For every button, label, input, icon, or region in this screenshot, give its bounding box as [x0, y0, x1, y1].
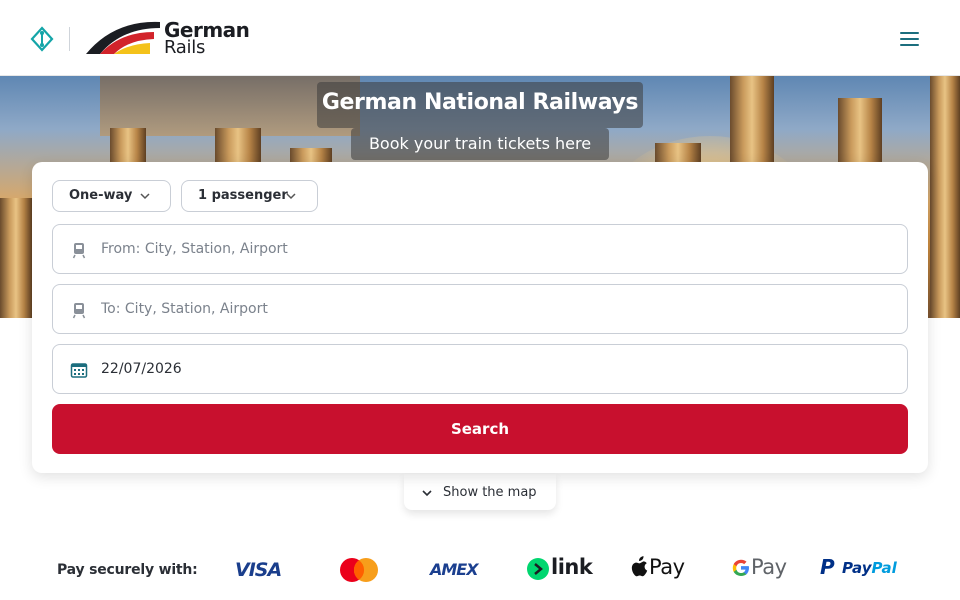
chevron-down-icon	[140, 193, 150, 200]
hamburger-menu-icon[interactable]	[898, 29, 922, 49]
link-logo: link	[527, 555, 593, 585]
trip-type-label: One-way	[69, 188, 133, 203]
diamond-route-icon[interactable]	[30, 26, 54, 52]
visa-logo: VISA	[235, 559, 282, 581]
paypal-logo: P PayPal	[820, 555, 900, 585]
search-button[interactable]: Search	[52, 404, 908, 454]
train-icon	[72, 243, 86, 259]
passenger-label: 1 passenger	[198, 188, 288, 203]
gate-column	[930, 76, 960, 318]
hero-title: German National Railways	[321, 90, 639, 115]
google-g-icon	[732, 559, 749, 576]
apple-icon	[631, 556, 648, 577]
site-header: German Rails	[0, 0, 960, 76]
paypal-p-icon: P	[820, 555, 835, 579]
to-input[interactable]	[101, 297, 881, 321]
google-pay-wordmark: Pay	[751, 555, 787, 579]
booking-form: One-way 1 passenger From: City, Station,…	[32, 162, 928, 473]
chevron-down-icon	[422, 490, 432, 497]
mastercard-logo	[338, 555, 380, 585]
brand-logo[interactable]: German Rails	[84, 18, 250, 60]
paypal-wordmark: PayPal	[842, 559, 897, 577]
show-map-button[interactable]: Show the map	[404, 474, 556, 510]
link-wordmark: link	[551, 555, 593, 579]
trip-type-select[interactable]: One-way	[52, 180, 171, 212]
apple-pay-logo: Pay	[630, 555, 690, 585]
payment-label: Pay securely with:	[57, 562, 198, 578]
brand-name-bottom: Rails	[164, 37, 206, 58]
brand-swoosh-icon	[86, 21, 160, 54]
link-arrow-icon	[527, 558, 549, 580]
train-icon	[72, 303, 86, 319]
date-input[interactable]	[101, 357, 881, 381]
gate-column	[0, 198, 32, 318]
show-map-label: Show the map	[443, 485, 537, 500]
apple-pay-wordmark: Pay	[649, 555, 685, 579]
from-input[interactable]	[101, 237, 881, 261]
date-field[interactable]	[52, 344, 908, 394]
logo-divider	[69, 27, 70, 51]
amex-logo: AMEX	[430, 560, 479, 579]
passenger-select[interactable]: 1 passenger	[181, 180, 318, 212]
calendar-icon	[70, 363, 88, 378]
from-field[interactable]	[52, 224, 908, 274]
to-field[interactable]	[52, 284, 908, 334]
chevron-down-icon	[286, 193, 296, 200]
google-pay-logo: Pay	[731, 555, 791, 585]
hero-subtitle: Book your train tickets here	[368, 134, 592, 153]
